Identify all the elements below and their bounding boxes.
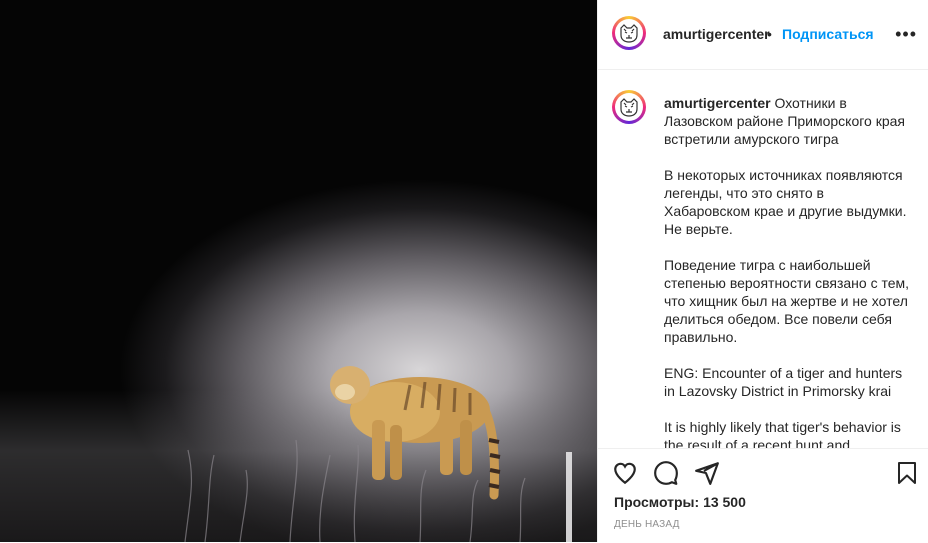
header-separator: • (767, 26, 772, 42)
action-bar: Просмотры: 13 500 День назад (598, 448, 928, 543)
views-count[interactable]: Просмотры: 13 500 (614, 494, 746, 510)
caption-paragraph: It is highly likely that tiger's behavio… (664, 419, 901, 448)
views-value: 13 500 (703, 494, 746, 510)
views-label: Просмотры: (614, 494, 700, 510)
comment-icon[interactable] (653, 460, 679, 486)
caption-text: amurtigercenter Охотники в Лазовском рай… (664, 94, 912, 448)
share-icon[interactable] (694, 460, 720, 486)
post-media-video[interactable] (0, 0, 597, 542)
more-icon[interactable]: ••• (895, 24, 917, 45)
caption-area: amurtigercenter Охотники в Лазовском рай… (598, 70, 928, 448)
caption-paragraph: Поведение тигра с наибольшей степенью ве… (664, 257, 910, 345)
caption-username[interactable]: amurtigercenter (664, 95, 771, 111)
tiger-logo-icon (620, 24, 638, 43)
header-username[interactable]: amurtigercenter (663, 26, 770, 42)
post-side-panel: amurtigercenter • Подписаться ••• amurti… (597, 0, 928, 542)
caption-avatar[interactable] (612, 90, 646, 124)
caption-paragraph: ENG: Encounter of a tiger and hunters in… (664, 365, 903, 399)
caption-paragraph: В некоторых источниках появляются легенд… (664, 167, 907, 237)
follow-button[interactable]: Подписаться (782, 26, 874, 42)
post-timestamp[interactable]: День назад (614, 519, 680, 530)
heart-icon[interactable] (612, 460, 638, 486)
tiger-logo-icon (620, 98, 638, 117)
tiger-figure (184, 366, 572, 542)
post-header: amurtigercenter • Подписаться ••• (598, 0, 928, 70)
avatar[interactable] (612, 16, 646, 50)
bookmark-icon[interactable] (895, 460, 919, 486)
